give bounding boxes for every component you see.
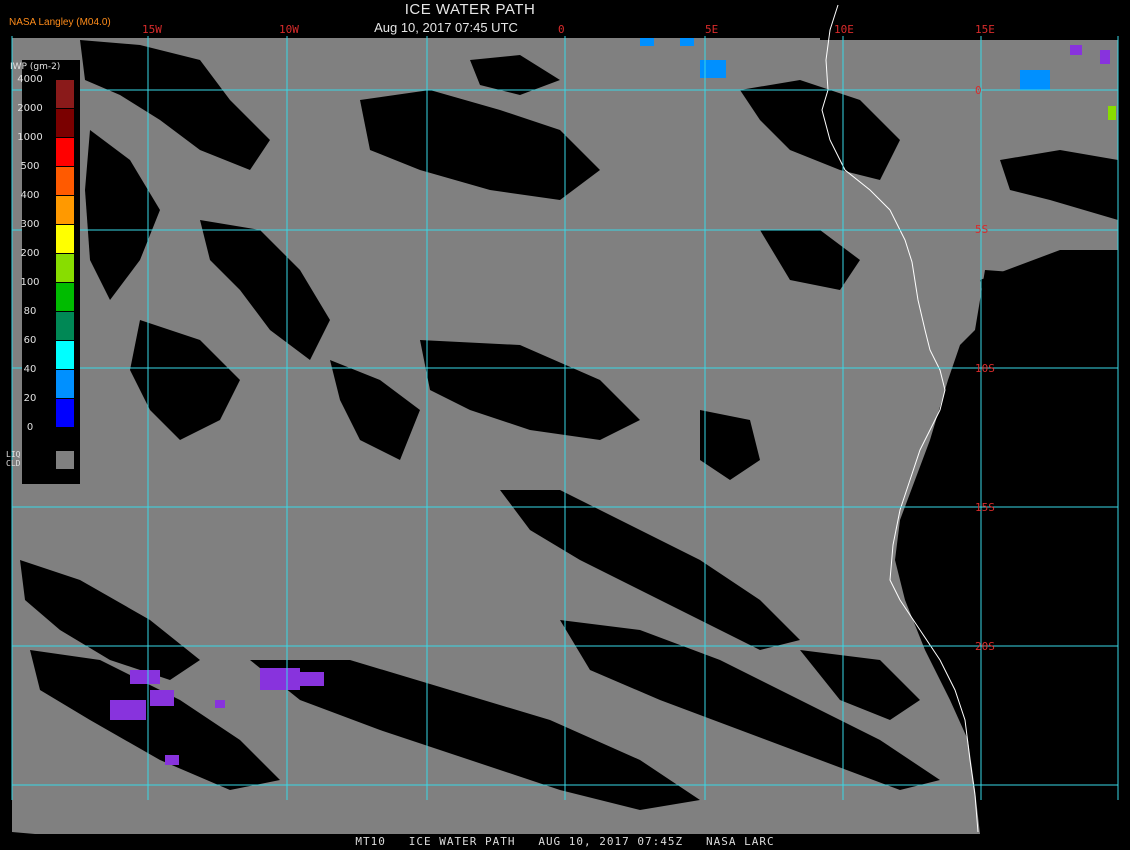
legend-value: 4000 — [17, 74, 43, 85]
legend-value: 200 — [20, 248, 40, 259]
legend-value: 1000 — [17, 132, 43, 143]
longitude-label-15e: 15E — [975, 23, 995, 36]
legend-value: 400 — [20, 190, 40, 201]
legend-swatch — [56, 283, 74, 311]
legend-swatch — [56, 254, 74, 282]
legend-swatch — [56, 167, 74, 195]
liq-label: LIQ — [6, 450, 21, 459]
legend-value: 500 — [20, 161, 40, 172]
data-source: NASA Langley (M04.0) — [9, 17, 111, 28]
legend-swatch — [56, 225, 74, 253]
cld-label: CLD — [6, 459, 21, 468]
longitude-label-0: 0 — [558, 23, 565, 36]
legend-title: IWP (gm-2) — [10, 62, 61, 72]
legend-swatch — [56, 370, 74, 398]
latitude-label-10s: 10S — [975, 362, 995, 375]
legend-swatch — [56, 138, 74, 166]
legend-swatch — [56, 80, 74, 108]
legend-swatch — [56, 312, 74, 340]
ice-speck-green — [1108, 106, 1116, 120]
map-stage: ICE WATER PATH Aug 10, 2017 07:45 UTC NA… — [0, 0, 1130, 850]
map-title: ICE WATER PATH — [404, 1, 536, 18]
legend-value: 40 — [23, 364, 37, 375]
longitude-label-15w: 15W — [142, 23, 162, 36]
legend-value: 300 — [20, 219, 40, 230]
latitude-label-20s: 20S — [975, 640, 995, 653]
longitude-label-5e: 5E — [705, 23, 719, 36]
legend-swatch — [56, 196, 74, 224]
legend-value: 100 — [20, 277, 40, 288]
longitude-label-10w: 10W — [279, 23, 299, 36]
legend-value: 80 — [23, 306, 37, 317]
legend-swatch — [56, 341, 74, 369]
latitude-label-15s: 15S — [975, 501, 995, 514]
longitude-label-10e: 10E — [834, 23, 854, 36]
legend-swatch — [56, 399, 74, 427]
liq-cld-label: LIQ CLD — [6, 450, 20, 468]
legend-value: 2000 — [17, 103, 43, 114]
latitude-label-5s: 5S — [975, 223, 989, 236]
color-legend: IWP (gm-2) 4000 2000 1000 500 400 300 200 100 80… — [6, 60, 80, 484]
legend-value: 60 — [23, 335, 37, 346]
liquid-cloud-swatch — [56, 451, 74, 469]
legend-value: 0 — [26, 422, 34, 433]
latitude-label-0: 0 — [975, 84, 982, 97]
map-datetime: Aug 10, 2017 07:45 UTC — [374, 20, 518, 35]
ice-water-path-map — [0, 0, 1130, 850]
map-footer: MT10 ICE WATER PATH AUG 10, 2017 07:45Z … — [355, 835, 775, 848]
legend-swatch — [56, 109, 74, 137]
legend-value: 20 — [23, 393, 37, 404]
